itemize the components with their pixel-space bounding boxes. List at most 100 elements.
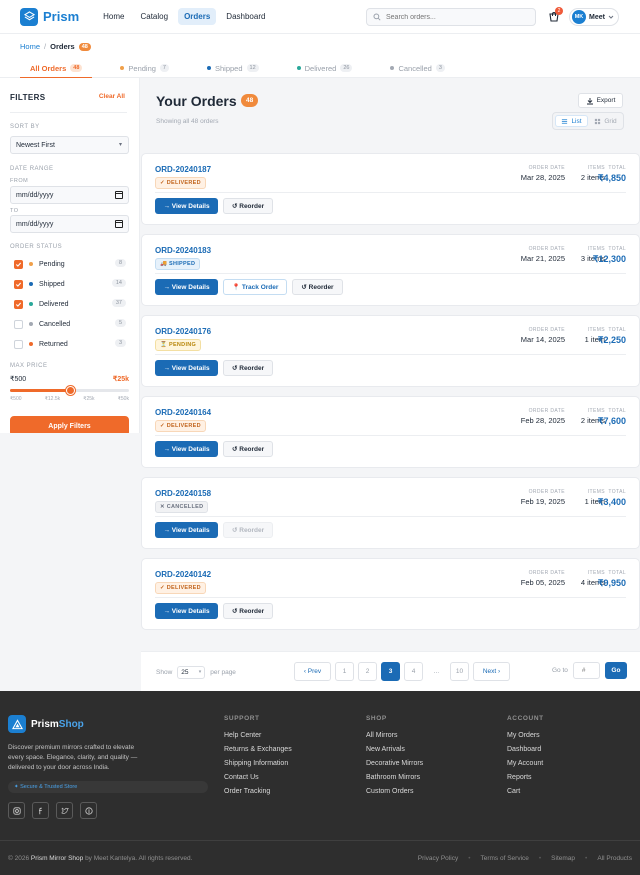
view-details-button[interactable]: → View Details — [155, 279, 218, 295]
calendar-icon[interactable] — [115, 191, 123, 199]
sort-select[interactable]: Newest First ▾ — [10, 136, 129, 154]
page-button[interactable]: 2 — [358, 662, 377, 681]
order-id[interactable]: ORD-20240142 — [155, 570, 211, 579]
nav-dashboard[interactable]: Dashboard — [220, 8, 271, 25]
order-total-label: TOTAL — [608, 489, 626, 495]
status-filter-pending[interactable]: Pending 8 — [14, 258, 126, 270]
price-slider[interactable] — [10, 386, 129, 395]
tab-pending[interactable]: Pending 7 — [110, 58, 179, 78]
page-button[interactable]: 4 — [404, 662, 423, 681]
slider-handle[interactable] — [65, 386, 75, 395]
view-details-button[interactable]: → View Details — [155, 441, 218, 457]
grid-view-button[interactable]: Grid — [590, 115, 621, 127]
pinterest-icon[interactable] — [80, 802, 97, 819]
footer-bottom-link[interactable]: Privacy Policy — [418, 855, 458, 862]
footer-link[interactable]: Custom Orders — [366, 788, 423, 795]
view-details-button[interactable]: → View Details — [155, 198, 218, 214]
calendar-icon[interactable] — [115, 220, 123, 228]
footer-link[interactable]: Reports — [507, 774, 544, 781]
breadcrumb-count-badge: 48 — [78, 42, 91, 51]
apply-filters-button[interactable]: Apply Filters — [10, 416, 129, 433]
prev-page-button[interactable]: ‹ Prev — [294, 662, 331, 681]
checkbox[interactable] — [14, 339, 23, 349]
order-total-block: TOTAL ₹2,250 — [598, 327, 626, 346]
footer-link[interactable]: Contact Us — [224, 774, 292, 781]
footer-bottom-link[interactable]: All Products — [597, 855, 632, 862]
order-total-label: TOTAL — [608, 327, 626, 333]
instagram-icon[interactable] — [8, 802, 25, 819]
status-filter-count: 8 — [114, 259, 126, 267]
footer-link[interactable]: Dashboard — [507, 746, 544, 753]
track-order-button[interactable]: 📍 Track Order — [223, 279, 288, 295]
status-filter-shipped[interactable]: Shipped 14 — [14, 278, 126, 290]
order-id[interactable]: ORD-20240158 — [155, 489, 211, 498]
reorder-button[interactable]: ↺ Reorder — [292, 279, 343, 295]
goto-page-input[interactable] — [572, 662, 600, 679]
page-button[interactable]: 1 — [335, 662, 354, 681]
copyright-brand[interactable]: Prism Mirror Shop — [31, 855, 83, 862]
reorder-button[interactable]: ↺ Reorder — [223, 198, 274, 214]
twitter-icon[interactable] — [56, 802, 73, 819]
to-date-input[interactable]: mm/dd/yyyy — [10, 215, 129, 233]
nav-orders[interactable]: Orders — [178, 8, 217, 25]
nav-catalog[interactable]: Catalog — [134, 8, 174, 25]
status-filter-returned[interactable]: Returned 3 — [14, 338, 126, 350]
export-button[interactable]: Export — [578, 93, 623, 108]
order-id[interactable]: ORD-20240164 — [155, 408, 211, 417]
order-id[interactable]: ORD-20240187 — [155, 165, 211, 174]
checkbox[interactable] — [14, 259, 23, 269]
nav-home[interactable]: Home — [97, 8, 130, 25]
footer-link[interactable]: Returns & Exchanges — [224, 746, 292, 753]
footer-link[interactable]: All Mirrors — [366, 732, 423, 739]
search-input[interactable] — [386, 13, 526, 21]
reorder-button[interactable]: ↺ Reorder — [223, 522, 274, 538]
status-filter-cancelled[interactable]: Cancelled 5 — [14, 318, 126, 330]
footer-link[interactable]: Help Center — [224, 732, 292, 739]
view-details-button[interactable]: → View Details — [155, 522, 218, 538]
tab-cancelled[interactable]: Cancelled 3 — [380, 58, 454, 78]
status-filter-delivered[interactable]: Delivered 37 — [14, 298, 126, 310]
per-page-select[interactable]: 25 ▾ — [177, 666, 206, 679]
go-button[interactable]: Go — [604, 662, 627, 679]
footer-link[interactable]: My Account — [507, 760, 544, 767]
price-values: ₹500 ₹25k — [10, 375, 129, 383]
footer-link[interactable]: My Orders — [507, 732, 544, 739]
tab-all-orders[interactable]: All Orders 48 — [20, 58, 93, 79]
reorder-button[interactable]: ↺ Reorder — [223, 603, 274, 619]
breadcrumb-home[interactable]: Home — [20, 42, 40, 51]
from-date-input[interactable]: mm/dd/yyyy — [10, 186, 129, 204]
cart-button[interactable]: 2 — [548, 7, 563, 23]
tab-delivered[interactable]: Delivered 26 — [287, 58, 363, 78]
facebook-icon[interactable] — [32, 802, 49, 819]
order-total: ₹4,850 — [597, 173, 626, 183]
order-total-block: TOTAL ₹7,600 — [598, 408, 626, 427]
footer-link[interactable]: Bathroom Mirrors — [366, 774, 423, 781]
user-menu[interactable]: MK Meet — [569, 8, 619, 26]
reorder-button[interactable]: ↺ Reorder — [223, 360, 274, 376]
footer-link[interactable]: New Arrivals — [366, 746, 423, 753]
footer-bottom-link[interactable]: Sitemap — [551, 855, 575, 862]
checkbox[interactable] — [14, 299, 23, 309]
tab-shipped[interactable]: Shipped 12 — [197, 58, 269, 78]
page-button-current[interactable]: 3 — [381, 662, 400, 681]
list-view-button[interactable]: List — [555, 115, 588, 127]
order-actions: → View Details 📍 Track Order ↺ Reorder — [155, 279, 343, 295]
reorder-button[interactable]: ↺ Reorder — [223, 441, 274, 457]
footer-bottom-link[interactable]: Terms of Service — [480, 855, 528, 862]
footer-link[interactable]: Cart — [507, 788, 544, 795]
checkbox[interactable] — [14, 279, 23, 289]
page-button[interactable]: 10 — [450, 662, 469, 681]
view-details-button[interactable]: → View Details — [155, 603, 218, 619]
view-details-button[interactable]: → View Details — [155, 360, 218, 376]
footer-link[interactable]: Decorative Mirrors — [366, 760, 423, 767]
order-id[interactable]: ORD-20240176 — [155, 327, 211, 336]
logo[interactable]: Prism — [20, 7, 79, 26]
clear-all-button[interactable]: Clear All — [99, 93, 125, 100]
status-dot-icon — [296, 66, 301, 70]
footer-logo[interactable]: PrismShop — [8, 715, 84, 733]
order-id[interactable]: ORD-20240183 — [155, 246, 211, 255]
next-page-button[interactable]: Next › — [473, 662, 510, 681]
checkbox[interactable] — [14, 319, 23, 329]
footer-link[interactable]: Shipping Information — [224, 760, 292, 767]
footer-link[interactable]: Order Tracking — [224, 788, 292, 795]
